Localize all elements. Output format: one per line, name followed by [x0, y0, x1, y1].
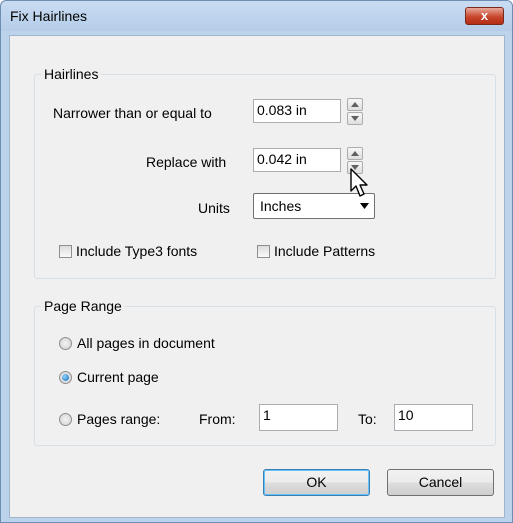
current-page-radio[interactable]	[59, 371, 72, 384]
current-page-label[interactable]: Current page	[77, 369, 159, 385]
ok-button[interactable]: OK	[263, 469, 370, 496]
narrower-spin-down[interactable]	[347, 112, 363, 125]
all-pages-label[interactable]: All pages in document	[77, 335, 215, 351]
patterns-checkbox[interactable]	[257, 245, 270, 258]
dialog-window: Fix Hairlines x Hairlines Narrower than …	[0, 0, 513, 523]
window-title: Fix Hairlines	[10, 8, 88, 24]
chevron-up-icon	[351, 151, 359, 156]
units-label: Units	[198, 200, 230, 216]
close-button[interactable]: x	[465, 7, 504, 25]
narrower-spin-up[interactable]	[347, 98, 363, 111]
cancel-button[interactable]: Cancel	[387, 469, 494, 496]
narrower-label: Narrower than or equal to	[53, 105, 212, 121]
patterns-label[interactable]: Include Patterns	[274, 243, 375, 259]
hairlines-legend: Hairlines	[41, 66, 102, 82]
chevron-up-icon	[351, 102, 359, 107]
pages-range-label[interactable]: Pages range:	[77, 411, 160, 427]
close-icon: x	[480, 8, 489, 23]
dialog-client-area: Hairlines Narrower than or equal to 0.08…	[9, 35, 505, 518]
mouse-pointer-icon	[350, 168, 368, 197]
units-selected-value: Inches	[260, 198, 302, 214]
cancel-button-label: Cancel	[418, 474, 463, 490]
from-input[interactable]: 1	[259, 404, 338, 431]
chevron-down-icon	[351, 116, 359, 121]
from-label: From:	[199, 411, 236, 427]
pages-range-radio[interactable]	[59, 413, 72, 426]
all-pages-radio[interactable]	[59, 337, 72, 350]
narrower-input[interactable]: 0.083 in	[253, 99, 341, 123]
to-input[interactable]: 10	[394, 404, 473, 431]
replace-spin-up[interactable]	[347, 147, 363, 160]
page-range-group: Page Range All pages in document Current…	[34, 298, 496, 446]
replace-input[interactable]: 0.042 in	[253, 148, 341, 172]
type3-label[interactable]: Include Type3 fonts	[76, 243, 197, 259]
ok-button-label: OK	[306, 474, 327, 490]
dropdown-arrow-icon	[360, 203, 369, 209]
hairlines-group: Hairlines Narrower than or equal to 0.08…	[34, 66, 496, 279]
title-bar[interactable]: Fix Hairlines x	[1, 1, 512, 31]
replace-label: Replace with	[146, 154, 227, 170]
to-label: To:	[358, 411, 377, 427]
page-range-legend: Page Range	[41, 298, 125, 314]
type3-checkbox[interactable]	[59, 245, 72, 258]
